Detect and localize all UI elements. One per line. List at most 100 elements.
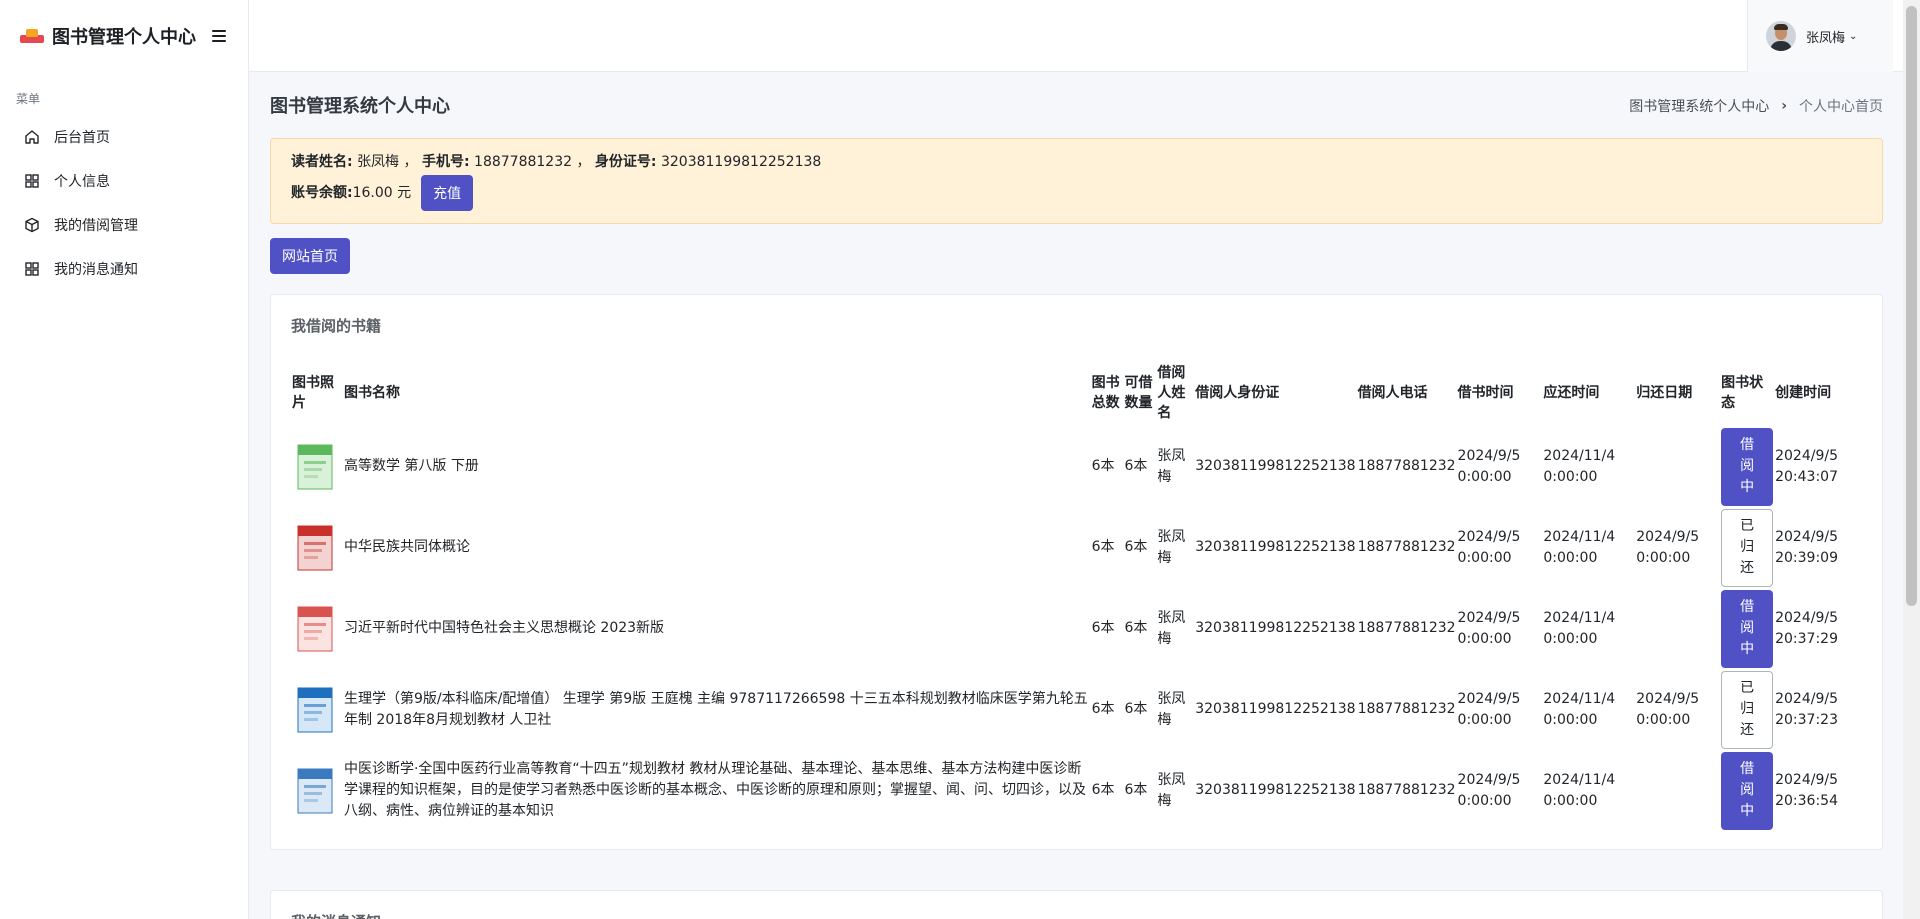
- book-cover-image: [292, 765, 340, 817]
- status-button[interactable]: 已归还: [1721, 508, 1774, 587]
- borrower-id: 320381199812252138: [1195, 701, 1356, 717]
- library-logo-icon: [20, 27, 44, 45]
- created-time: 2024/9/5 20:37:23: [1775, 690, 1838, 728]
- col-header: 可借数量: [1124, 375, 1153, 411]
- borrower-id: 320381199812252138: [1195, 539, 1356, 555]
- messages-card: 我的消息通知: [270, 890, 1883, 919]
- balance-label: 账号余额:: [291, 185, 353, 201]
- borrower-id: 320381199812252138: [1195, 782, 1356, 798]
- book-photo-cell: [291, 669, 343, 750]
- table-row: 中医诊断学·全国中医药行业高等教育“十四五”规划教材 教材从理论基础、基本理论、…: [291, 750, 1862, 831]
- table-row: 习近平新时代中国特色社会主义思想概论 2023新版 6本 6本 张凤梅 32038119…: [291, 588, 1862, 669]
- sidebar: 图书管理个人中心 菜单 后台首页 个人信息 我的借阅管理 我的消息通知: [0, 0, 249, 919]
- col-header: 图书名称: [343, 385, 400, 401]
- col-header: 应还时间: [1543, 385, 1600, 401]
- breadcrumb-current: 个人中心首页: [1799, 99, 1883, 115]
- page-scrollbar[interactable]: [1903, 0, 1920, 919]
- status-button[interactable]: 已归还: [1721, 670, 1774, 749]
- book-cover-image: [292, 603, 340, 655]
- col-header: 图书状态: [1721, 375, 1764, 411]
- user-menu[interactable]: 张凤梅 ⌄: [1747, 0, 1893, 72]
- reader-phone-label: 手机号:: [421, 154, 470, 170]
- book-photo-cell: [291, 507, 343, 588]
- topbar: 张凤梅 ⌄: [249, 0, 1920, 72]
- status-button[interactable]: 借阅中: [1721, 751, 1774, 830]
- reader-name-label: 读者姓名:: [291, 154, 353, 170]
- book-total: 6本: [1091, 782, 1115, 798]
- book-name: 中华民族共同体概论: [343, 539, 470, 555]
- hamburger-menu-icon[interactable]: [212, 30, 226, 42]
- menu-header: 菜单: [16, 92, 41, 106]
- brand: 图书管理个人中心: [0, 0, 248, 72]
- sidebar-item-label: 个人信息: [54, 174, 110, 190]
- created-time: 2024/9/5 20:39:09: [1775, 528, 1838, 566]
- reader-id: 320381199812252138: [660, 154, 822, 170]
- user-name: 张凤梅: [1806, 30, 1846, 46]
- borrower-name: 张凤梅: [1157, 447, 1186, 485]
- avatar: [1766, 21, 1796, 51]
- site-home-button[interactable]: 网站首页: [270, 238, 350, 274]
- status-button[interactable]: 借阅中: [1721, 427, 1774, 506]
- col-header: 借阅人电话: [1357, 385, 1428, 401]
- status-cell: 借阅中: [1720, 426, 1774, 507]
- status-cell: 已归还: [1720, 507, 1774, 588]
- brand-title: 图书管理个人中心: [52, 27, 196, 48]
- sidebar-item-profile[interactable]: 个人信息: [0, 159, 248, 203]
- book-available: 6本: [1124, 539, 1148, 555]
- due-time: 2024/11/4 0:00:00: [1543, 771, 1616, 809]
- sidebar-item-dashboard[interactable]: 后台首页: [0, 115, 248, 159]
- due-time: 2024/11/4 0:00:00: [1543, 690, 1616, 728]
- borrower-id: 320381199812252138: [1195, 458, 1356, 474]
- reader-info-alert: 读者姓名: 张凤梅 ， 手机号: 18877881232 ， 身份证号: 320…: [270, 138, 1883, 224]
- box-icon: [24, 217, 40, 233]
- created-time: 2024/9/5 20:43:07: [1775, 447, 1838, 485]
- reader-phone: 18877881232: [474, 154, 573, 170]
- book-name: 习近平新时代中国特色社会主义思想概论 2023新版: [343, 620, 665, 636]
- borrow-time: 2024/9/5 0:00:00: [1457, 690, 1521, 728]
- balance-line: 账号余额: 16.00 元 充值: [291, 175, 1862, 211]
- borrower-phone: 18877881232: [1357, 539, 1456, 555]
- due-time: 2024/11/4 0:00:00: [1543, 528, 1616, 566]
- chevron-right-icon: ›: [1781, 98, 1787, 114]
- borrower-id: 320381199812252138: [1195, 620, 1356, 636]
- borrower-name: 张凤梅: [1157, 528, 1186, 566]
- book-available: 6本: [1124, 701, 1148, 717]
- col-header: 借阅人身份证: [1195, 385, 1280, 401]
- book-name: 生理学（第9版/本科临床/配增值） 生理学 第9版 王庭槐 主编 9787117…: [343, 690, 1088, 728]
- borrower-phone: 18877881232: [1357, 620, 1456, 636]
- due-time: 2024/11/4 0:00:00: [1543, 447, 1616, 485]
- breadcrumb-link[interactable]: 图书管理系统个人中心: [1629, 96, 1769, 116]
- return-date: 2024/9/5 0:00:00: [1636, 690, 1700, 728]
- sidebar-item-label: 后台首页: [54, 130, 110, 146]
- borrow-card: 我借阅的书籍 图书照片 图书名称 图书总数 可借数量 借阅人姓名 借阅人身份证 …: [270, 294, 1883, 850]
- book-available: 6本: [1124, 620, 1148, 636]
- messages-card-title: 我的消息通知: [291, 911, 1862, 919]
- borrow-table: 图书照片 图书名称 图书总数 可借数量 借阅人姓名 借阅人身份证 借阅人电话 借…: [291, 360, 1862, 831]
- grid-icon: [24, 261, 40, 277]
- book-cover-image: [292, 684, 340, 736]
- col-header: 图书照片: [292, 375, 334, 411]
- chevron-down-icon: ⌄: [1849, 30, 1858, 42]
- borrower-phone: 18877881232: [1357, 701, 1456, 717]
- sidebar-item-messages[interactable]: 我的消息通知: [0, 247, 248, 291]
- borrower-phone: 18877881232: [1357, 782, 1456, 798]
- book-total: 6本: [1091, 458, 1115, 474]
- borrower-name: 张凤梅: [1157, 609, 1186, 647]
- scrollbar-thumb[interactable]: [1906, 6, 1917, 606]
- charge-button[interactable]: 充值: [421, 175, 474, 211]
- borrow-time: 2024/9/5 0:00:00: [1457, 528, 1521, 566]
- book-available: 6本: [1124, 458, 1148, 474]
- main-content: 图书管理系统个人中心 图书管理系统个人中心 › 个人中心首页 读者姓名: 张凤梅…: [270, 72, 1883, 919]
- due-time: 2024/11/4 0:00:00: [1543, 609, 1616, 647]
- borrow-time: 2024/9/5 0:00:00: [1457, 447, 1521, 485]
- created-time: 2024/9/5 20:36:54: [1775, 771, 1838, 809]
- sidebar-item-label: 我的消息通知: [54, 262, 138, 278]
- book-photo-cell: [291, 426, 343, 507]
- book-total: 6本: [1091, 701, 1115, 717]
- status-button[interactable]: 借阅中: [1721, 589, 1774, 668]
- status-cell: 已归还: [1720, 669, 1774, 750]
- sidebar-item-borrow[interactable]: 我的借阅管理: [0, 203, 248, 247]
- reader-name: 张凤梅: [357, 154, 400, 170]
- page-header: 图书管理系统个人中心 图书管理系统个人中心 › 个人中心首页: [270, 72, 1883, 138]
- borrow-card-title: 我借阅的书籍: [291, 317, 382, 335]
